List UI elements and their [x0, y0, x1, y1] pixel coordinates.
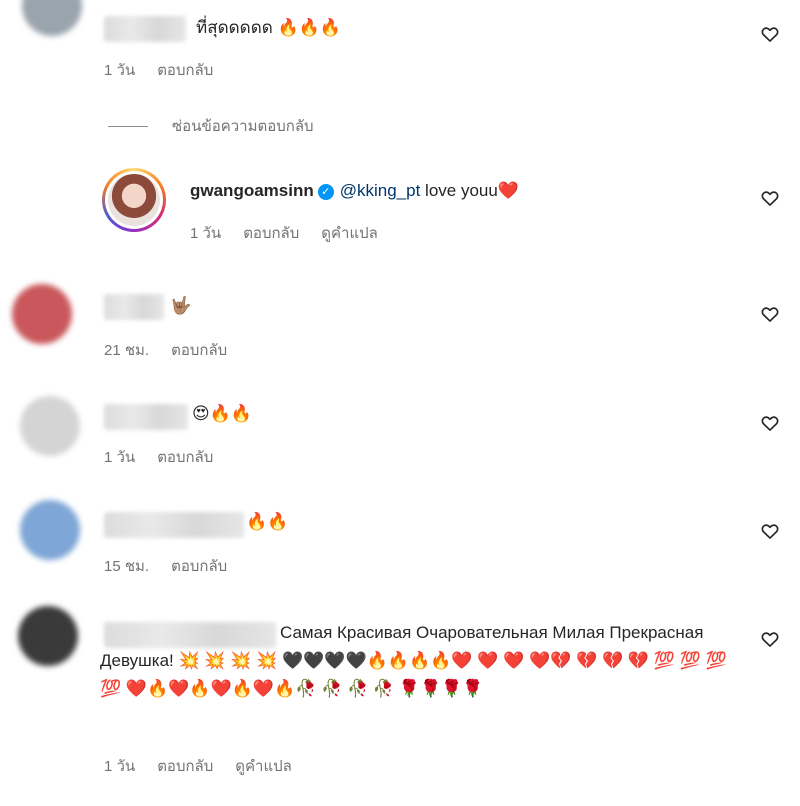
like-button[interactable] — [760, 304, 780, 324]
reply-button[interactable]: ตอบกลับ — [171, 342, 227, 359]
comment-text: 🔥🔥 — [246, 512, 289, 531]
avatar[interactable] — [20, 500, 80, 560]
heart-outline-icon — [761, 416, 779, 431]
heart-outline-icon — [761, 191, 779, 206]
heart-outline-icon — [761, 632, 779, 647]
comment-meta: 15 ชม. ตอบกลับ — [104, 554, 227, 578]
heart-outline-icon — [761, 27, 779, 42]
avatar — [108, 174, 160, 226]
reply-comment: gwangoamsinn ✓ @kking_pt love youu❤️ — [190, 177, 519, 205]
comment-meta: 1 วัน ตอบกลับ ดูคำแปล — [190, 221, 378, 245]
reply-button[interactable]: ตอบกลับ — [171, 558, 227, 575]
comment-time: 1 วัน — [190, 225, 222, 242]
hide-replies-button[interactable]: ซ่อนข้อความตอบกลับ — [172, 114, 314, 138]
mention-link[interactable]: @kking_pt — [340, 181, 421, 200]
like-button[interactable] — [760, 413, 780, 433]
translate-button[interactable]: ดูคำแปล — [235, 758, 292, 775]
comment-time: 21 ชม. — [104, 342, 150, 359]
like-button[interactable] — [760, 629, 780, 649]
avatar[interactable] — [18, 606, 78, 666]
verified-badge-icon: ✓ — [317, 184, 334, 200]
comment-time: 1 วัน — [104, 449, 136, 466]
heart-outline-icon — [761, 307, 779, 322]
comment-time: 1 วัน — [104, 62, 136, 79]
comment-meta: 1 วัน ตอบกลับ — [104, 445, 213, 469]
comment-text: ที่สุดดดดด 🔥🔥🔥 — [196, 18, 342, 37]
username-redacted[interactable] — [104, 16, 186, 42]
like-button[interactable] — [760, 188, 780, 208]
hide-replies-divider — [108, 126, 148, 127]
username-redacted[interactable] — [104, 404, 188, 430]
translate-button[interactable]: ดูคำแปล — [321, 225, 378, 242]
comment-text: 🤟🏽 — [170, 296, 192, 315]
comment-time: 1 วัน — [104, 758, 136, 775]
avatar[interactable] — [12, 284, 72, 344]
like-button[interactable] — [760, 24, 780, 44]
comment-time: 15 ชม. — [104, 558, 150, 575]
username-redacted[interactable] — [104, 512, 244, 538]
like-button[interactable] — [760, 521, 780, 541]
comment-text: Самая Красивая Очаровательная Милая Прек… — [100, 623, 727, 698]
comment-meta: 1 วัน ตอบกลับ — [104, 58, 213, 82]
avatar-story-ring[interactable] — [102, 168, 166, 232]
avatar-ring-gap — [105, 171, 163, 229]
heart-outline-icon — [761, 524, 779, 539]
username[interactable]: gwangoamsinn — [190, 181, 314, 200]
username-redacted[interactable] — [104, 294, 164, 320]
comment-meta: 1 วัน ตอบกลับ ดูคำแปล — [104, 754, 292, 778]
reply-button[interactable]: ตอบกลับ — [157, 449, 213, 466]
avatar[interactable] — [22, 0, 82, 36]
reply-button[interactable]: ตอบกลับ — [243, 225, 299, 242]
comment-meta: 21 ชม. ตอบกลับ — [104, 338, 227, 362]
reply-button[interactable]: ตอบกลับ — [157, 758, 213, 775]
comment-text: love youu❤️ — [420, 181, 519, 200]
comment-text: 😍🔥🔥 — [192, 404, 253, 423]
avatar[interactable] — [20, 396, 80, 456]
reply-button[interactable]: ตอบกลับ — [157, 62, 213, 79]
